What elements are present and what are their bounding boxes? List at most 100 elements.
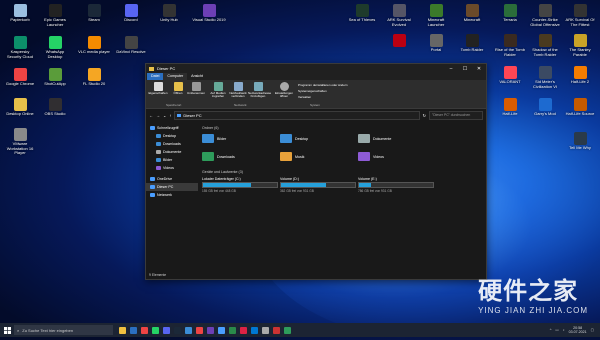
forward-button[interactable]: → [156, 113, 160, 118]
folder-item[interactable]: Dokumente [358, 134, 391, 143]
desktop-icon[interactable] [382, 34, 416, 48]
folder-item[interactable]: Videos [358, 152, 384, 161]
nav-item[interactable]: OneDrive [146, 175, 198, 183]
desktop-icon[interactable]: Terraria [493, 4, 527, 23]
system-properties-button[interactable]: Systemeigenschaften [298, 89, 327, 93]
address-bar[interactable]: Dieser PC [174, 111, 420, 120]
access-media-button[interactable]: Auf Medien zugreifen [208, 82, 228, 99]
nav-item[interactable]: Dieser PC [146, 183, 198, 191]
title-bar[interactable]: Dieser PC – ☐ ✕ [146, 64, 486, 73]
desktop-icon[interactable]: ARK Survival Of The Fittest [563, 4, 597, 27]
desktop-icon[interactable]: Half-Life [493, 98, 527, 117]
desktop-icon[interactable]: ARK Survival Evolved [382, 4, 416, 27]
tab-datei[interactable]: Datei [147, 73, 164, 80]
desktop-icon[interactable]: Google Chrome [3, 68, 37, 87]
desktop-icon[interactable]: Visual Studio 2019 [192, 4, 226, 23]
desktop-icon[interactable]: Half-Life 2 [563, 66, 597, 85]
maximize-button[interactable]: ☐ [458, 66, 472, 72]
desktop-icon[interactable]: VLC media player [77, 36, 111, 55]
taskbar-app-icon[interactable] [185, 326, 192, 334]
desktop-icon[interactable]: Desktop Online [3, 98, 37, 117]
network-icon[interactable]: ▭ [555, 328, 558, 332]
desktop-icon[interactable]: VALORANT [493, 66, 527, 85]
taskbar-app-icon[interactable] [262, 326, 269, 334]
desktop-icon[interactable]: FL Studio 20 [77, 68, 111, 87]
desktop-icon[interactable]: Counter-Strike Global Offensive [528, 4, 562, 27]
nav-item[interactable]: Videos [146, 164, 198, 172]
taskbar-app-icon[interactable] [218, 326, 225, 334]
desktop-icon[interactable]: Shadow of the Tomb Raider [528, 34, 562, 57]
folder-item[interactable]: Musik [280, 152, 304, 161]
desktop-icon[interactable]: Papierkorb [3, 4, 37, 23]
desktop-icon[interactable]: Half-Life Source [563, 98, 597, 117]
start-button[interactable] [0, 323, 14, 337]
open-settings-button[interactable]: Einstellungen öffnen [274, 82, 294, 99]
manage-button[interactable]: Verwalten [298, 95, 311, 99]
properties-button[interactable]: Eigenschaften [148, 82, 168, 95]
taskbar-app-icon[interactable] [152, 326, 159, 334]
desktop-icon[interactable]: WhatsApp Desktop [38, 36, 72, 59]
desktop-icon[interactable]: Rise of the Tomb Raider [493, 34, 527, 57]
taskbar-app-icon[interactable] [196, 326, 203, 334]
tab-ansicht[interactable]: Ansicht [187, 73, 207, 80]
taskbar-app-icon[interactable] [229, 326, 236, 334]
desktop-icon[interactable]: Minecraft Launcher [419, 4, 453, 27]
minimize-button[interactable]: – [444, 66, 458, 72]
taskbar-app-icon[interactable] [207, 326, 214, 334]
taskbar-app-icon[interactable] [141, 326, 148, 334]
desktop-icon[interactable]: Steam [77, 4, 111, 23]
drive-item[interactable]: Volume (D:) 362 GB frei von 931 GB [280, 177, 356, 193]
open-button[interactable]: Öffnen [168, 82, 188, 95]
taskbar-app-icon[interactable] [240, 326, 247, 334]
file-explorer-window[interactable]: Dieser PC – ☐ ✕ Datei Computer Ansicht E… [145, 63, 487, 280]
desktop-icon[interactable]: ShotCutApp [38, 68, 72, 87]
drive-item[interactable]: Lokaler Datenträger (C:) 155 GB frei von … [202, 177, 278, 193]
taskbar-app-icon[interactable] [251, 326, 258, 334]
desktop-icon[interactable]: Discord [114, 4, 148, 23]
add-network-location-button[interactable]: Netzwerkadresse hinzufügen [248, 82, 271, 99]
taskbar-app-icon[interactable] [174, 326, 181, 334]
desktop-icon[interactable]: Garry's Mod [528, 98, 562, 117]
desktop-icon[interactable]: Epic Games Launcher [38, 4, 72, 27]
nav-item[interactable]: Dokumente [146, 148, 198, 156]
map-drive-button[interactable]: Netzlaufwerk verbinden [228, 82, 248, 99]
folder-item[interactable]: Downloads [202, 152, 235, 161]
back-button[interactable]: ← [149, 113, 153, 118]
desktop-icon[interactable]: Sea of Thieves [345, 4, 379, 23]
folder-item[interactable]: Desktop [280, 134, 308, 143]
desktop-icon[interactable]: Unity Hub [152, 4, 186, 23]
volume-icon[interactable]: ♪ [563, 328, 565, 332]
close-button[interactable]: ✕ [472, 66, 486, 72]
rename-button[interactable]: Umbenennen [186, 82, 206, 95]
nav-item[interactable]: Bilder [146, 156, 198, 164]
chevron-up-icon[interactable]: ^ [550, 328, 552, 332]
clock[interactable]: 20:58 03.07.2021 [569, 326, 587, 334]
taskbar-search[interactable]: ⌕ Zu Suche Text hier eingeben [14, 325, 113, 335]
taskbar-app-icon[interactable] [284, 326, 291, 334]
drive-item[interactable]: Volume (E:) 786 GB frei von 931 GB [358, 177, 434, 193]
desktop-icon[interactable]: OBS Studio [38, 98, 72, 117]
desktop-icon[interactable]: Tell Me Why [563, 132, 597, 151]
refresh-button[interactable]: ↻ [423, 113, 426, 118]
taskbar-app-icon[interactable] [119, 326, 126, 334]
search-input[interactable]: "Dieser PC" durchsuchen [429, 111, 483, 120]
desktop-icon[interactable]: Sid Meier's Civilization VI [528, 66, 562, 89]
uninstall-program-button[interactable]: Programm deinstallieren oder ändern [298, 83, 348, 87]
taskbar-app-icon[interactable] [163, 326, 170, 334]
nav-item[interactable]: Downloads [146, 140, 198, 148]
desktop-icon[interactable]: Kaspersky Security Cloud [3, 36, 37, 59]
folder-item[interactable]: Bilder [202, 134, 226, 143]
desktop-icon[interactable]: The Stanley Parable [563, 34, 597, 57]
tab-computer[interactable]: Computer [163, 73, 188, 80]
desktop-icon[interactable]: Tomb Raider [455, 34, 489, 53]
taskbar-app-icon[interactable] [273, 326, 280, 334]
taskbar-app-icon[interactable] [130, 326, 137, 334]
recent-dropdown-button[interactable]: ⌄ [163, 113, 166, 118]
nav-item[interactable]: Desktop [146, 132, 198, 140]
desktop-icon[interactable]: Portal [419, 34, 453, 53]
notification-icon[interactable]: ▢ [591, 328, 594, 332]
nav-item[interactable]: Schnellzugriff [146, 124, 198, 132]
up-button[interactable]: ↑ [169, 113, 171, 118]
nav-item[interactable]: Netzwerk [146, 191, 198, 199]
desktop-icon[interactable]: DaVinci Resolve [114, 36, 148, 55]
